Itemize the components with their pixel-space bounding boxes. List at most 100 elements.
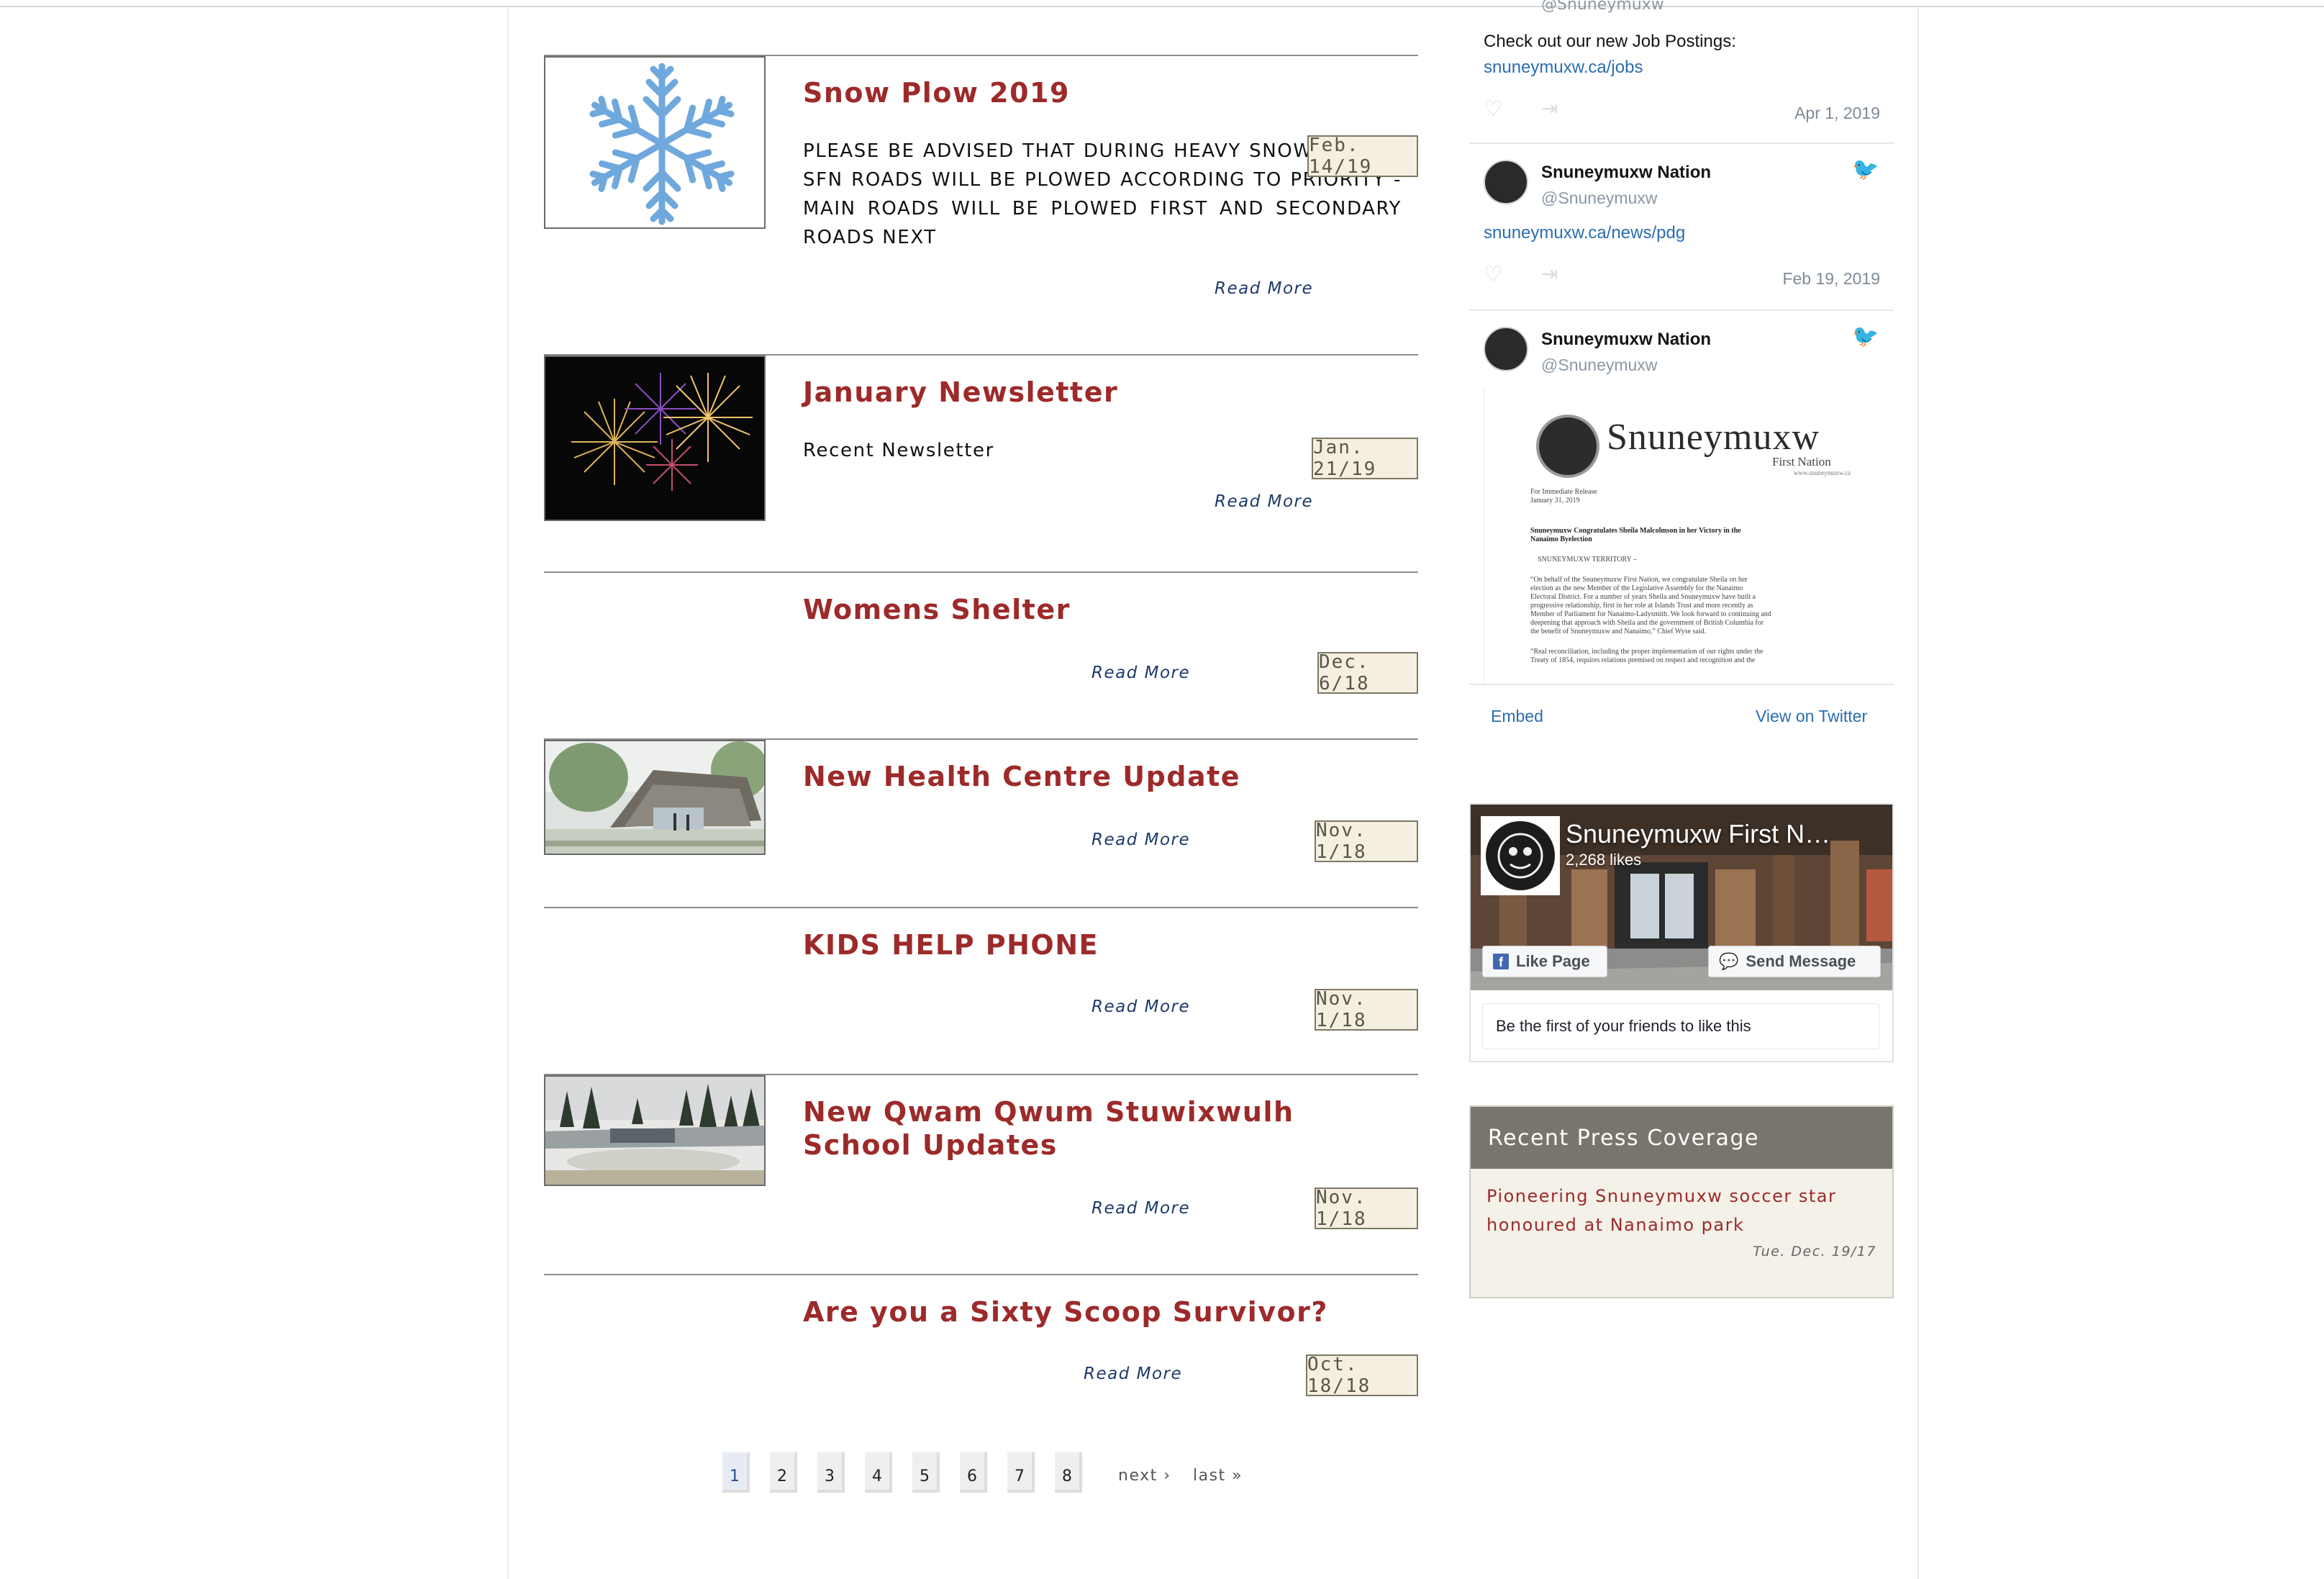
date-badge: Nov. 1/18: [1315, 820, 1418, 863]
date-badge: Oct. 18/18: [1306, 1354, 1418, 1397]
page-8-button[interactable]: 8: [1055, 1452, 1082, 1493]
avatar[interactable]: [1484, 327, 1528, 371]
tweet-handle[interactable]: @Snuneymuxw: [1541, 356, 1657, 375]
news-item: KIDS HELP PHONE Nov. 1/18 Read More: [544, 907, 1418, 1074]
twitter-bird-icon[interactable]: 🐦: [1852, 324, 1879, 349]
article-excerpt: Recent Newsletter: [803, 440, 994, 461]
tweet-divider: [1469, 309, 1894, 311]
read-more-link[interactable]: Read More: [1215, 492, 1313, 511]
heart-icon[interactable]: ♡: [1484, 96, 1503, 122]
message-icon: 💬: [1719, 952, 1739, 970]
send-message-button[interactable]: 💬 Send Message: [1708, 946, 1881, 977]
read-more-link[interactable]: Read More: [1215, 279, 1313, 298]
doc-line: deepening that approach with Sheila and …: [1530, 619, 1764, 627]
health-centre-thumbnail[interactable]: [544, 740, 766, 855]
read-more-link[interactable]: Read More: [1091, 997, 1190, 1016]
page-2-button[interactable]: 2: [770, 1452, 797, 1493]
tweet-handle[interactable]: @Snuneymuxw: [1541, 189, 1657, 208]
doc-line: “On behalf of the Snuneymuxw First Natio…: [1530, 576, 1748, 584]
embed-link[interactable]: Embed: [1491, 707, 1543, 726]
tweet-link[interactable]: snuneymuxw.ca/jobs: [1484, 58, 1643, 78]
doc-line: Snuneymuxw Congratulates Sheila Malcolms…: [1530, 527, 1741, 535]
facebook-like-count: 2,268 likes: [1566, 851, 1642, 869]
tweet-author-name[interactable]: Snuneymuxw Nation: [1541, 163, 1711, 183]
article-title[interactable]: New Qwam Qwum Stuwixwulh School Updates: [803, 1095, 1393, 1162]
facebook-page-widget: Snuneymuxw First N… 2,268 likes f Like P…: [1469, 803, 1894, 1062]
school-thumbnail[interactable]: [544, 1075, 766, 1186]
heart-icon[interactable]: ♡: [1484, 262, 1503, 287]
doc-url: www.snuneymuxw.ca: [1794, 469, 1851, 476]
send-message-label: Send Message: [1746, 952, 1856, 970]
article-title[interactable]: Are you a Sixty Scoop Survivor?: [803, 1295, 1328, 1329]
share-icon[interactable]: ⇥: [1541, 262, 1558, 286]
read-more-link[interactable]: Read More: [1091, 1199, 1190, 1218]
facebook-cover-photo[interactable]: Snuneymuxw First N… 2,268 likes f Like P…: [1471, 805, 1892, 990]
tweet-link[interactable]: snuneymuxw.ca/news/pdg: [1484, 223, 1685, 243]
content-left-border: [507, 7, 509, 1579]
nation-logo: [1536, 415, 1599, 478]
doc-line: Member of Parliament for Nanaimo-Ladysmi…: [1530, 610, 1771, 618]
news-item: Snow Plow 2019 PLEASE BE ADVISED THAT DU…: [544, 55, 1418, 301]
press-article-date: Tue. Dec. 19/17: [1753, 1244, 1876, 1259]
tweet-author-name[interactable]: Snuneymuxw Nation: [1541, 330, 1711, 350]
snowflake-thumbnail[interactable]: [544, 56, 766, 229]
page-3-button[interactable]: 3: [817, 1452, 845, 1493]
tweet-date[interactable]: Apr 1, 2019: [1794, 104, 1880, 123]
like-page-label: Like Page: [1516, 952, 1590, 970]
read-more-link[interactable]: Read More: [1091, 831, 1190, 849]
next-page-link[interactable]: next ›: [1118, 1467, 1171, 1485]
pagination: 1 2 3 4 5 6 7 8 next › last »: [720, 1452, 1266, 1496]
facebook-page-name[interactable]: Snuneymuxw First N…: [1566, 819, 1830, 849]
doc-line: For Immediate Release: [1530, 488, 1597, 496]
view-on-twitter-link[interactable]: View on Twitter: [1756, 707, 1867, 726]
article-title[interactable]: KIDS HELP PHONE: [803, 928, 1099, 962]
page-5-button[interactable]: 5: [912, 1452, 940, 1493]
facebook-page-logo[interactable]: [1481, 816, 1560, 895]
news-item: January Newsletter Recent Newsletter Jan…: [544, 354, 1418, 571]
doc-line: Nanaimo Byelection: [1530, 535, 1592, 543]
press-coverage-heading: Recent Press Coverage: [1471, 1107, 1892, 1169]
tweet-divider: [1469, 142, 1894, 144]
share-icon[interactable]: ⇥: [1541, 96, 1558, 120]
date-badge: Nov. 1/18: [1315, 988, 1418, 1031]
avatar[interactable]: [1484, 160, 1528, 204]
page-1-button[interactable]: 1: [722, 1452, 750, 1493]
doc-line: Treaty of 1854, requires relations premi…: [1530, 656, 1756, 664]
doc-line: Electoral District. For a number of year…: [1530, 593, 1756, 601]
date-badge: Feb. 14/19: [1307, 135, 1418, 178]
page-6-button[interactable]: 6: [960, 1452, 987, 1493]
doc-subtitle: First Nation: [1772, 455, 1831, 469]
fireworks-thumbnail[interactable]: [544, 356, 766, 521]
content-right-border: [1917, 7, 1919, 1579]
news-item: Womens Shelter Dec. 6/18 Read More: [544, 571, 1418, 738]
date-badge: Dec. 6/18: [1317, 651, 1418, 695]
doc-line: election as the new Member of the Legisl…: [1530, 584, 1743, 592]
page-4-button[interactable]: 4: [865, 1452, 892, 1493]
news-item: New Health Centre Update Nov. 1/18 Read …: [544, 738, 1418, 907]
read-more-link[interactable]: Read More: [1084, 1365, 1182, 1383]
tweet-text: Check out our new Job Postings:: [1484, 32, 1736, 51]
doc-line: SNUNEYMUXW TERRITORY –: [1538, 556, 1637, 564]
browser-top-edge: [0, 0, 2324, 7]
doc-line: January 31, 2019: [1530, 497, 1580, 505]
facebook-friends-text: Be the first of your friends to like thi…: [1482, 1003, 1879, 1049]
date-badge: Nov. 1/18: [1315, 1187, 1418, 1230]
doc-line: the benefit of Snuneymuxw and Nanaimo,” …: [1530, 628, 1707, 635]
twitter-bird-icon[interactable]: 🐦: [1852, 157, 1879, 182]
article-title[interactable]: New Health Centre Update: [803, 760, 1240, 793]
last-page-link[interactable]: last »: [1193, 1467, 1243, 1485]
press-coverage-block: Recent Press Coverage Pioneering Snuneym…: [1469, 1105, 1894, 1298]
article-title[interactable]: January Newsletter: [803, 376, 1118, 409]
article-title[interactable]: Womens Shelter: [803, 593, 1071, 626]
date-badge: Jan. 21/19: [1312, 437, 1418, 480]
doc-line: progressive relationship, first in her r…: [1530, 602, 1753, 610]
article-title[interactable]: Snow Plow 2019: [803, 76, 1070, 109]
page-7-button[interactable]: 7: [1007, 1452, 1035, 1493]
doc-line: “Real reconciliation, including the prop…: [1530, 648, 1764, 656]
press-article-link[interactable]: Pioneering Snuneymuxw soccer star honour…: [1486, 1182, 1861, 1239]
read-more-link[interactable]: Read More: [1091, 664, 1190, 682]
tweet-date[interactable]: Feb 19, 2019: [1782, 269, 1880, 289]
like-page-button[interactable]: f Like Page: [1482, 946, 1607, 977]
press-release-image[interactable]: Snuneymuxw First Nation www.snuneymuxw.c…: [1484, 387, 1879, 682]
tweet-handle[interactable]: @Snuneymuxw: [1541, 0, 1664, 14]
